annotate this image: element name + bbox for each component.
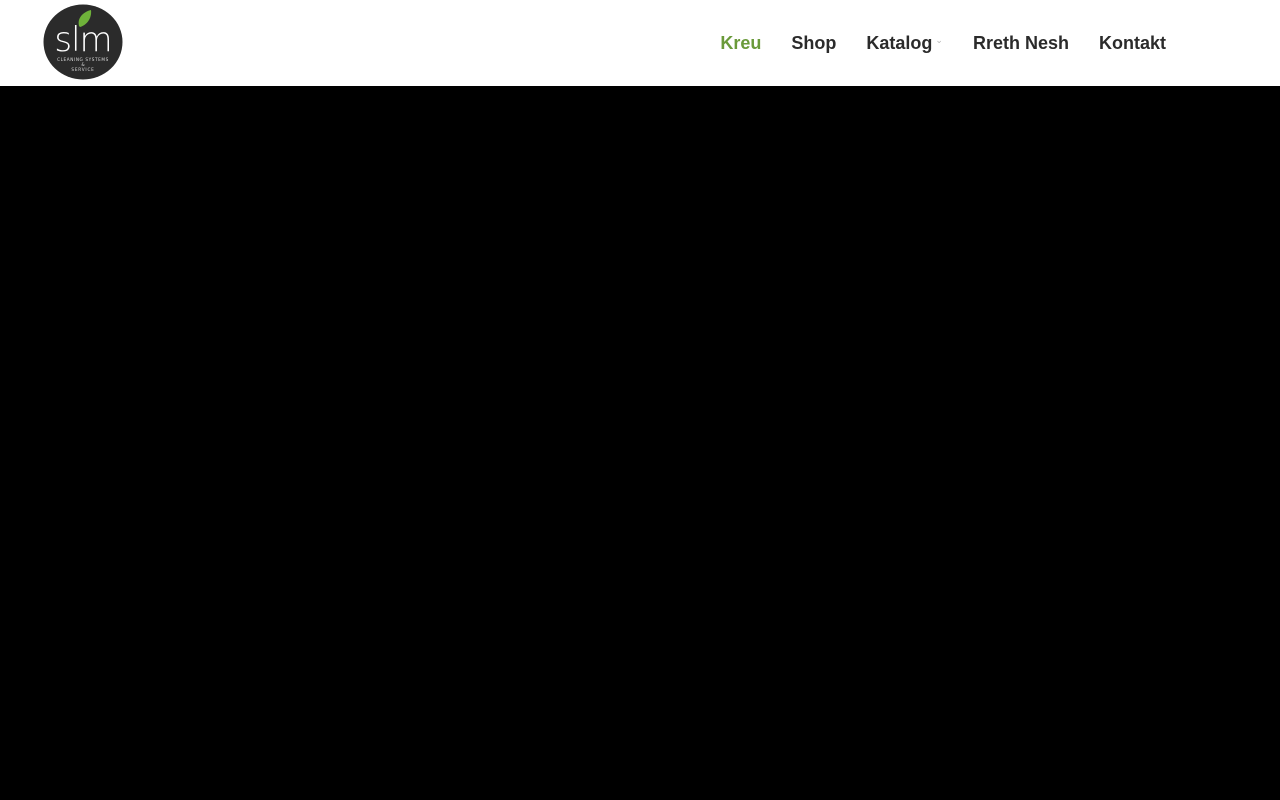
nav-item-shop[interactable]: Shop (791, 33, 836, 54)
nav-item-label: Kontakt (1099, 32, 1166, 53)
logo-mark: slm CLEANING SYSTEMS & SERVICE (43, 4, 123, 80)
hero-section (0, 86, 1280, 800)
brand-logo[interactable]: slm CLEANING SYSTEMS & SERVICE (43, 4, 123, 80)
nav-item-kreu[interactable]: Kreu (720, 33, 761, 54)
nav-item-label: Rreth Nesh (972, 32, 1069, 53)
logo-wordmark: slm (54, 20, 111, 60)
nav-item-label: Katalog (866, 32, 933, 53)
nav-item-label: Kreu (720, 32, 762, 53)
nav-item-rreth-nesh[interactable]: Rreth Nesh (973, 33, 1069, 54)
nav-item-label: Shop (791, 32, 837, 53)
main-nav: Kreu Shop Katalog ⌄ Rreth Nesh Kontakt (720, 0, 1166, 86)
svg-text:SERVICE: SERVICE (71, 67, 94, 72)
chevron-down-icon: ⌄ (935, 34, 943, 45)
site-header: slm CLEANING SYSTEMS & SERVICE Kreu Shop… (0, 0, 1280, 86)
nav-item-katalog[interactable]: Katalog ⌄ (866, 33, 943, 54)
nav-item-kontakt[interactable]: Kontakt (1099, 33, 1166, 54)
